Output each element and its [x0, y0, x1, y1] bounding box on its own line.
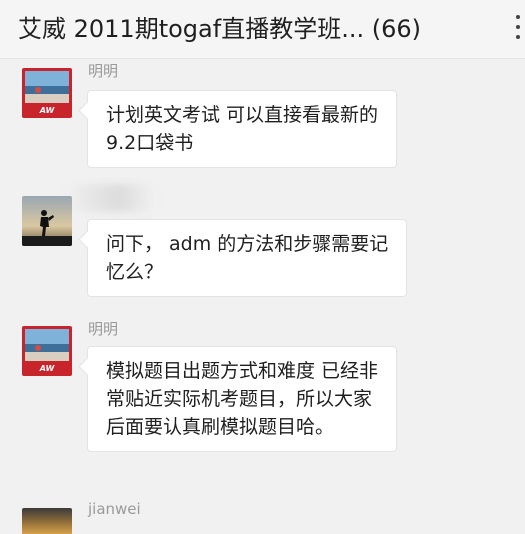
aw-training-logo-avatar[interactable]: AW [22, 68, 72, 118]
sender-name: 明明 [88, 62, 119, 80]
svg-text:AW: AW [39, 364, 56, 373]
aw-training-logo-avatar[interactable]: AW [22, 326, 72, 376]
sender-name: 明明 [88, 320, 119, 338]
message-list[interactable]: AW 明明 计划英文考试 可以直接看最新的9.2口袋书 问下， adm 的方法和… [0, 58, 525, 534]
chat-title: 艾威 2011期togaf直播教学班... (66) [18, 15, 421, 43]
message-bubble[interactable]: 计划英文考试 可以直接看最新的9.2口袋书 [87, 90, 397, 168]
svg-text:AW: AW [39, 106, 56, 115]
sunset-avatar[interactable] [22, 508, 72, 534]
message-bubble[interactable]: 模拟题目出题方式和难度 已经非常贴近实际机考题目，所以大家后面要认真刷模拟题目哈… [87, 346, 397, 452]
more-options-icon[interactable] [513, 15, 523, 43]
chat-header: 艾威 2011期togaf直播教学班... (66) [0, 0, 525, 59]
sender-name: jianwei [88, 500, 141, 518]
hiker-silhouette-avatar[interactable] [22, 196, 72, 246]
sender-name-blurred [64, 184, 156, 212]
message-bubble[interactable]: 问下， adm 的方法和步骤需要记忆么？ [87, 219, 407, 297]
